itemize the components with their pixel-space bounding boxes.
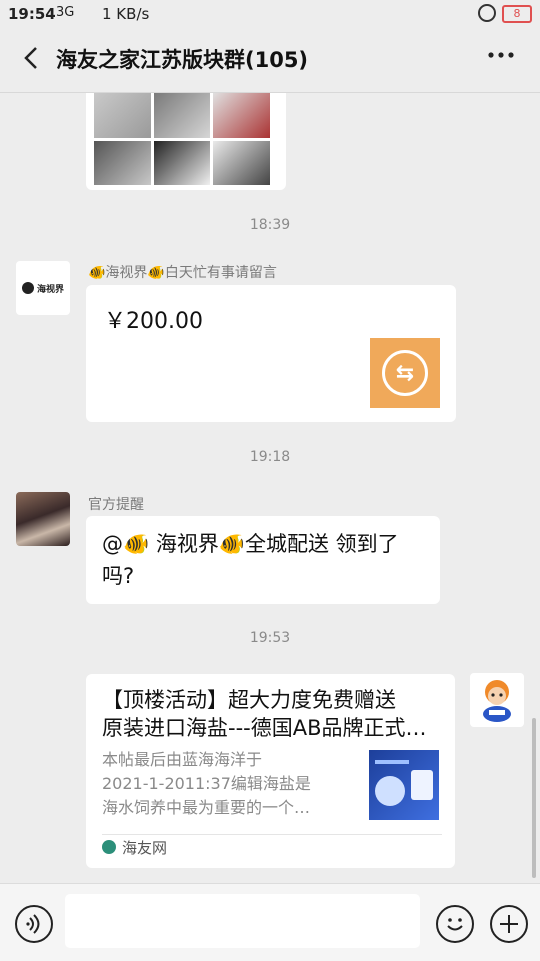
voice-icon[interactable]: [15, 905, 53, 943]
image-grid: [94, 93, 270, 185]
logo-icon: [21, 282, 34, 294]
image-thumbnail: [213, 93, 270, 138]
network-speed: 1 KB/s: [102, 5, 150, 23]
link-thumbnail: [369, 750, 439, 820]
image-thumbnail: [94, 140, 151, 185]
plus-icon[interactable]: [490, 905, 528, 943]
message-timestamp: 18:39: [249, 217, 291, 233]
link-title-line: 原装进口海盐---德国AB品牌正式…: [102, 716, 427, 740]
link-desc-line: 本帖最后由蓝海海洋于: [102, 750, 263, 769]
link-description: 本帖最后由蓝海海洋于 2021-1-2011:37编辑海盐是 海水饲养中最为重要…: [102, 748, 342, 820]
divider: [102, 834, 442, 835]
link-title: 【顶楼活动】超大力度免费赠送 原装进口海盐---德国AB品牌正式…: [102, 686, 442, 742]
link-card-message[interactable]: 【顶楼活动】超大力度免费赠送 原装进口海盐---德国AB品牌正式… 本帖最后由蓝…: [86, 674, 455, 868]
sender-name: 🐠海视界🐠白天忙有事请留言: [88, 265, 277, 281]
status-time: 19:54: [8, 5, 56, 23]
image-thumbnail: [153, 93, 211, 138]
chat-messages[interactable]: 18:39 海视界 🐠海视界🐠白天忙有事请留言 ￥200.00 ⇆ 19:18 …: [0, 93, 540, 883]
page-title: 海友之家江苏版块群(105): [56, 48, 309, 72]
text-message[interactable]: @🐠 海视界🐠全城配送 领到了吗?: [86, 516, 440, 604]
battery-icon: 8: [502, 5, 532, 23]
link-source: 海友网: [122, 839, 168, 857]
image-thumbnail: [213, 140, 270, 185]
link-desc-line: 海水饲养中最为重要的一个…: [102, 798, 311, 817]
avatar[interactable]: [470, 673, 524, 727]
link-desc-line: 2021-1-2011:37编辑海盐是: [102, 774, 311, 793]
image-thumbnail: [153, 140, 211, 185]
avatar[interactable]: [16, 492, 70, 546]
message-input[interactable]: [65, 894, 420, 948]
input-bar: [0, 883, 540, 961]
message-timestamp: 19:18: [249, 449, 291, 465]
chat-header: 海友之家江苏版块群(105): [0, 28, 540, 93]
link-title-line: 【顶楼活动】超大力度免费赠送: [102, 688, 396, 712]
message-timestamp: 19:53: [249, 630, 291, 646]
chevron-left-icon[interactable]: [16, 42, 48, 74]
scrollbar[interactable]: [532, 718, 536, 878]
avatar-label: 海视界: [36, 284, 64, 295]
emoji-icon[interactable]: [436, 905, 474, 943]
alarm-icon: [478, 4, 496, 22]
avatar[interactable]: 海视界: [16, 261, 70, 315]
message-text: @🐠 海视界🐠全城配送 领到了吗?: [102, 532, 399, 588]
status-bar: 19:54 3G 1 KB/s 8: [0, 0, 540, 28]
transfer-icon: ⇆: [370, 338, 440, 408]
sender-name: 官方提醒: [88, 497, 144, 513]
transfer-amount: ￥200.00: [104, 309, 203, 334]
image-message[interactable]: [86, 93, 286, 190]
more-horizontal-icon[interactable]: [486, 40, 516, 76]
source-logo-icon: [102, 840, 116, 854]
transfer-message[interactable]: ￥200.00 ⇆: [86, 285, 456, 422]
signal-icon: 3G: [56, 5, 75, 20]
image-thumbnail: [94, 93, 151, 138]
